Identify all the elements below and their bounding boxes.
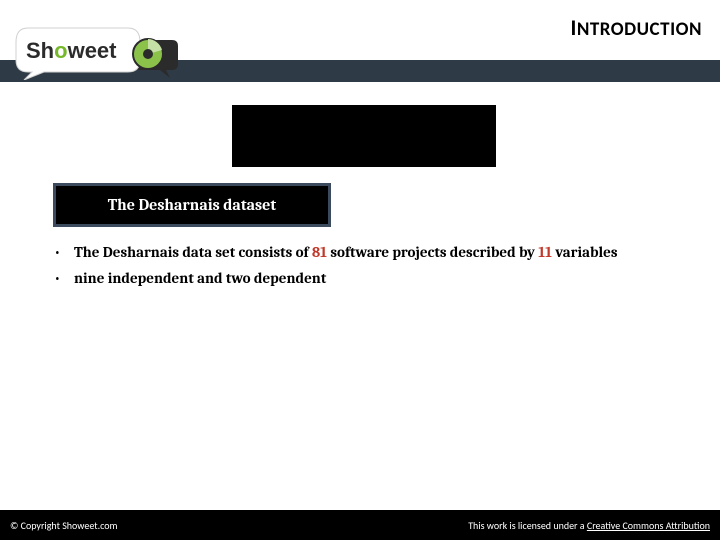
slide: INTRODUCTION Don't just say it … Showeet…	[0, 0, 720, 540]
page-title: INTRODUCTION	[570, 14, 702, 41]
footer-license: This work is licensed under a Creative C…	[468, 519, 710, 532]
footer-license-link[interactable]: Creative Commons Attribution	[587, 519, 710, 532]
logo-wordmark: Showeet	[26, 38, 117, 64]
section-label: The Desharnais dataset	[108, 196, 276, 214]
footer: © Copyright Showeet.com This work is lic…	[0, 510, 720, 540]
logo-text-accent: o	[54, 38, 67, 63]
bullet2: nine independent and two dependent	[74, 269, 326, 287]
footer-license-text: This work is licensed under a	[468, 519, 587, 532]
bullet1-a: The Desharnais data set consists of	[74, 243, 312, 261]
bullet1-b: software projects described by	[327, 243, 538, 261]
section-label-box: The Desharnais dataset	[53, 183, 331, 227]
bullet1-c: variables	[552, 243, 618, 261]
logo-text-part2: weet	[68, 38, 117, 63]
footer-copyright: © Copyright Showeet.com	[10, 519, 118, 532]
list-item: nine independent and two dependent	[42, 266, 682, 290]
bullet1-num1: 81	[312, 243, 327, 261]
list-item: The Desharnais data set consists of 81 s…	[42, 240, 682, 264]
logo-pie-icon	[132, 38, 164, 70]
logo: Don't just say it … Showeet	[14, 8, 214, 82]
title-rest: NTRODUCTION	[577, 18, 702, 41]
logo-text-part1: Sh	[26, 38, 54, 63]
bullet1-num2: 11	[538, 243, 552, 261]
center-dark-box	[232, 105, 496, 167]
bullet-list: The Desharnais data set consists of 81 s…	[42, 240, 682, 292]
